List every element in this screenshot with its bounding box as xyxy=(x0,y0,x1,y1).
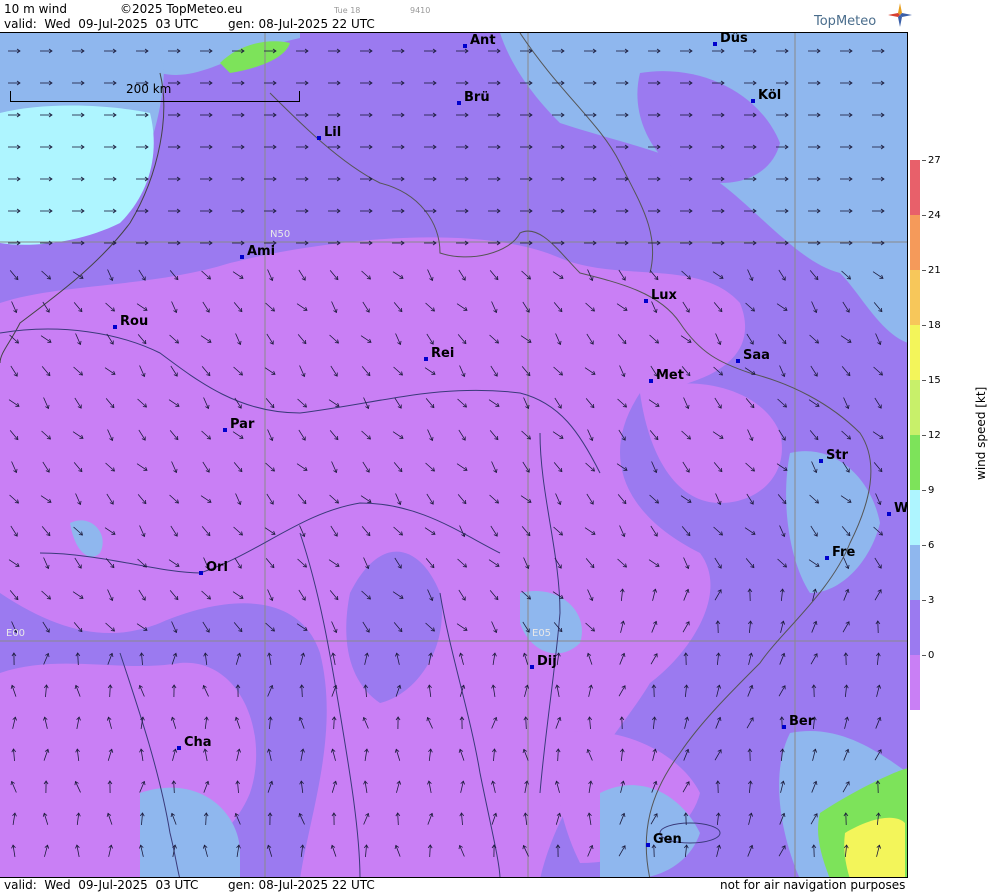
city-lil[interactable]: Lil xyxy=(317,125,341,140)
legend-tick-mark xyxy=(922,270,926,271)
map-header: 10 m wind ©2025 TopMeteo.eu Tue 18 9410 … xyxy=(0,0,1000,32)
wind-field xyxy=(0,33,907,877)
legend-tick-mark xyxy=(922,325,926,326)
legend-tick-mark xyxy=(922,655,926,656)
color-legend: 27 24 21 18 15 12 9 6 3 0 wind speed [kt… xyxy=(908,32,1000,878)
small-label-2: 9410 xyxy=(410,6,431,15)
legend-tick-9: 9 xyxy=(928,485,935,496)
compass-logo-icon xyxy=(888,3,912,27)
legend-tick-24: 24 xyxy=(928,210,941,221)
city-fre[interactable]: Fre xyxy=(825,545,855,560)
city-marker xyxy=(177,746,181,750)
legend-tick-mark xyxy=(922,380,926,381)
city-kol[interactable]: Köl xyxy=(751,88,781,103)
city-dij[interactable]: Dij xyxy=(530,654,557,669)
legend-color-band xyxy=(910,600,920,655)
legend-tick-27: 27 xyxy=(928,155,941,166)
city-gen[interactable]: Gen xyxy=(646,832,682,847)
wind-map[interactable]: 200 km N50 E00 E05 Ant Düs Brü Köl Lil A… xyxy=(0,32,908,878)
map-footer: valid: Wed 09-Jul-2025 03 UTC gen: 08-Ju… xyxy=(0,878,1000,893)
city-marker xyxy=(887,512,891,516)
lon-label-e00: E00 xyxy=(6,628,26,639)
copyright-text: ©2025 TopMeteo.eu xyxy=(120,2,243,16)
legend-tick-mark xyxy=(922,160,926,161)
legend-tick-15: 15 xyxy=(928,375,941,386)
legend-tick-0: 0 xyxy=(928,650,935,661)
city-ami[interactable]: Ami xyxy=(240,244,275,259)
city-par[interactable]: Par xyxy=(223,417,254,432)
city-marker xyxy=(819,459,823,463)
legend-title: wind speed [kt] xyxy=(974,386,988,480)
city-marker xyxy=(644,299,648,303)
legend-tick-6: 6 xyxy=(928,540,935,551)
city-dus[interactable]: Düs xyxy=(713,33,748,46)
city-rou[interactable]: Rou xyxy=(113,314,148,329)
generated-time: gen: 08-Jul-2025 22 UTC xyxy=(228,17,375,31)
city-marker xyxy=(782,725,786,729)
footer-generated-time: gen: 08-Jul-2025 22 UTC xyxy=(228,878,375,892)
legend-color-band xyxy=(910,435,920,490)
navigation-disclaimer: not for air navigation purposes xyxy=(720,878,906,892)
city-marker xyxy=(825,556,829,560)
lat-label-n50: N50 xyxy=(270,229,291,240)
city-marker xyxy=(646,843,650,847)
city-saa[interactable]: Saa xyxy=(736,348,770,363)
city-ant[interactable]: Ant xyxy=(463,33,496,48)
legend-tick-18: 18 xyxy=(928,320,941,331)
city-marker xyxy=(530,665,534,669)
legend-color-band xyxy=(910,325,920,380)
city-marker xyxy=(751,99,755,103)
valid-time: valid: Wed 09-Jul-2025 03 UTC xyxy=(4,17,199,31)
legend-color-band xyxy=(910,270,920,325)
lon-label-e05: E05 xyxy=(532,628,552,639)
legend-color-band xyxy=(910,380,920,435)
legend-tick-mark xyxy=(922,545,926,546)
city-marker xyxy=(736,359,740,363)
footer-valid-time: valid: Wed 09-Jul-2025 03 UTC xyxy=(4,878,199,892)
city-orl[interactable]: Orl xyxy=(199,560,228,575)
small-label-1: Tue 18 xyxy=(334,6,361,15)
legend-tick-mark xyxy=(922,435,926,436)
city-ber[interactable]: Ber xyxy=(782,714,814,729)
legend-tick-3: 3 xyxy=(928,595,935,606)
city-cha[interactable]: Cha xyxy=(177,735,212,750)
city-marker xyxy=(199,571,203,575)
legend-color-band xyxy=(910,490,920,545)
legend-tick-21: 21 xyxy=(928,265,941,276)
city-bru[interactable]: Brü xyxy=(457,90,490,105)
city-marker xyxy=(317,136,321,140)
city-met[interactable]: Met xyxy=(649,368,684,383)
city-lux[interactable]: Lux xyxy=(644,288,677,303)
legend-tick-mark xyxy=(922,490,926,491)
legend-color-band xyxy=(910,160,920,215)
brand-name: TopMeteo xyxy=(814,14,877,29)
scale-bar: 200 km xyxy=(10,82,300,102)
legend-color-band xyxy=(910,545,920,600)
legend-tick-mark xyxy=(922,215,926,216)
city-marker xyxy=(457,101,461,105)
city-w[interactable]: W xyxy=(887,501,907,516)
scale-label: 200 km xyxy=(126,82,172,96)
city-marker xyxy=(463,44,467,48)
legend-tick-mark xyxy=(922,600,926,601)
legend-tick-12: 12 xyxy=(928,430,941,441)
product-title: 10 m wind xyxy=(4,2,67,16)
city-marker xyxy=(424,357,428,361)
city-marker xyxy=(240,255,244,259)
legend-color-band xyxy=(910,655,920,710)
city-marker xyxy=(649,379,653,383)
city-rei[interactable]: Rei xyxy=(424,346,454,361)
city-marker xyxy=(113,325,117,329)
legend-color-band xyxy=(910,215,920,270)
city-marker xyxy=(713,42,717,46)
city-marker xyxy=(223,428,227,432)
city-str[interactable]: Str xyxy=(819,448,848,463)
